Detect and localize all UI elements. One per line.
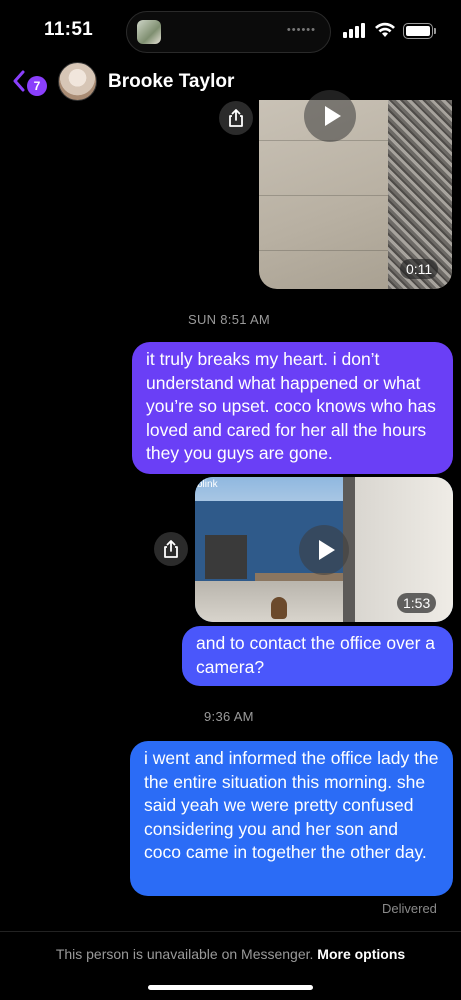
contact-name[interactable]: Brooke Taylor bbox=[108, 71, 234, 93]
back-button[interactable]: 7 bbox=[12, 66, 52, 96]
video-thumbnail-garage bbox=[205, 535, 247, 579]
conversation-header: 7 Brooke Taylor bbox=[0, 60, 461, 104]
message-bubble-sent[interactable]: it truly breaks my heart. i don’t unders… bbox=[132, 342, 453, 474]
status-bar: 11:51 •••••• bbox=[0, 0, 461, 60]
chevron-left-icon bbox=[13, 70, 25, 92]
island-activity-icon: •••••• bbox=[286, 24, 316, 36]
status-time: 11:51 bbox=[44, 19, 94, 40]
play-button[interactable] bbox=[299, 525, 349, 575]
message-timestamp: SUN 8:51 AM bbox=[188, 312, 271, 327]
message-bubble-sent[interactable]: i went and informed the office lady the … bbox=[130, 741, 453, 896]
share-icon bbox=[229, 109, 243, 127]
unread-count-badge: 7 bbox=[27, 76, 47, 96]
video-duration: 1:53 bbox=[397, 593, 437, 613]
video-thumbnail-dog bbox=[271, 597, 287, 619]
dynamic-island[interactable]: •••••• bbox=[126, 11, 331, 53]
message-bubble-sent[interactable]: and to contact the office over a camera? bbox=[182, 626, 453, 686]
battery-tip bbox=[434, 28, 436, 34]
play-button[interactable] bbox=[304, 90, 356, 142]
more-options-link[interactable]: More options bbox=[317, 946, 405, 962]
home-indicator[interactable] bbox=[148, 985, 313, 990]
wifi-icon bbox=[375, 22, 395, 37]
play-icon bbox=[319, 540, 335, 560]
divider bbox=[0, 931, 461, 932]
share-icon bbox=[164, 540, 178, 558]
battery-icon bbox=[403, 23, 433, 39]
unavailable-notice: This person is unavailable on Messenger.… bbox=[0, 946, 461, 962]
share-button[interactable] bbox=[154, 532, 188, 566]
message-timestamp: 9:36 AM bbox=[204, 709, 254, 724]
island-thumbnail-icon bbox=[137, 20, 161, 44]
camera-watermark: blink bbox=[197, 479, 218, 490]
cellular-signal-icon bbox=[343, 22, 365, 38]
delivery-status: Delivered bbox=[382, 901, 437, 916]
play-icon bbox=[325, 106, 341, 126]
share-button[interactable] bbox=[219, 101, 253, 135]
unavailable-notice-text: This person is unavailable on Messenger. bbox=[55, 946, 314, 962]
video-duration: 0:11 bbox=[400, 259, 439, 279]
avatar[interactable] bbox=[58, 62, 97, 101]
